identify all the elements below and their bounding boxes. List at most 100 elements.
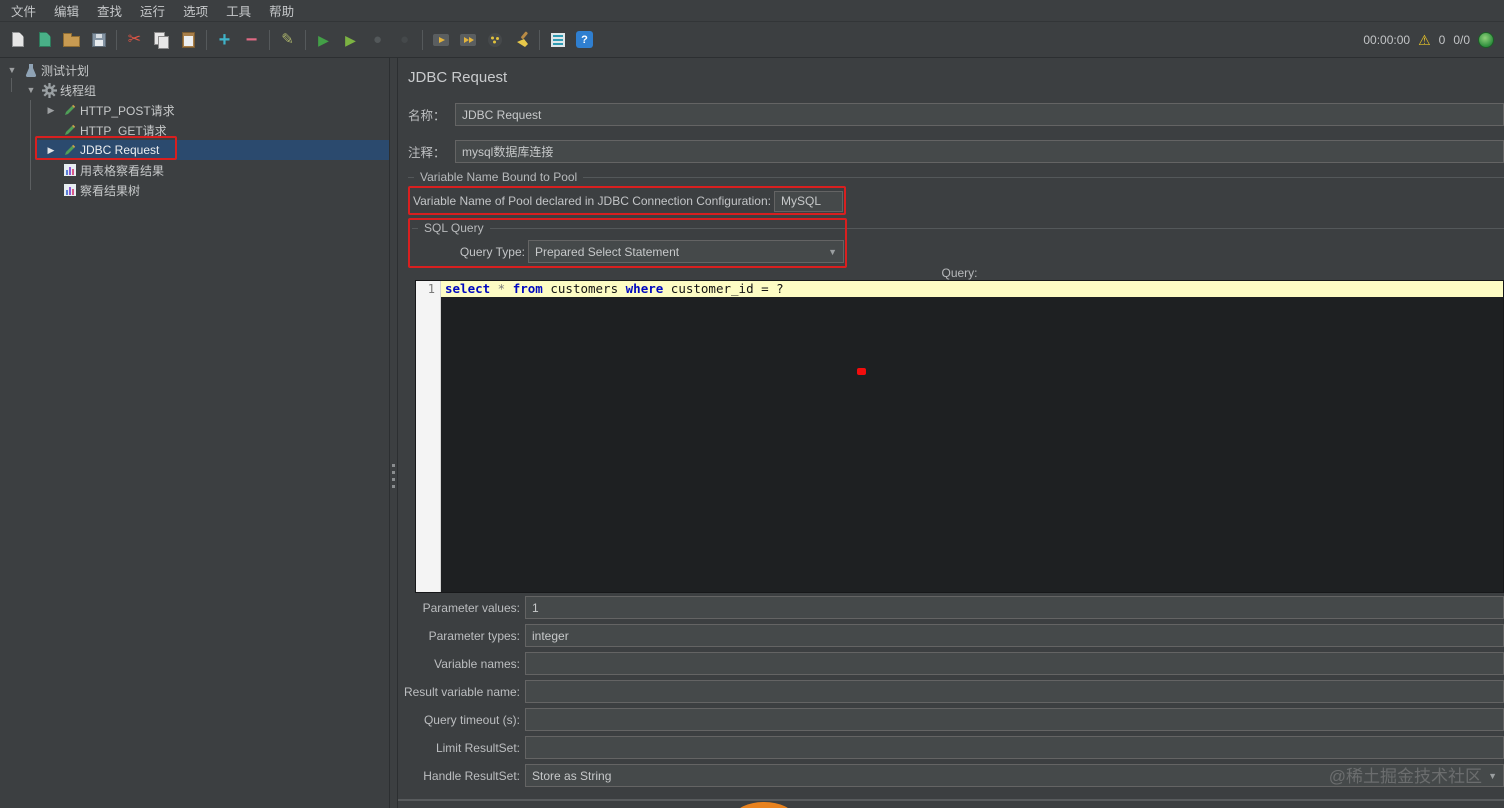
copy-icon[interactable] [148, 26, 175, 53]
chevron-down-icon: ▼ [828, 246, 837, 257]
tree-item-http-post[interactable]: ▶ HTTP_POST请求 [0, 100, 389, 120]
page-icon [11, 32, 24, 47]
editor-gutter: 1 [416, 281, 441, 592]
clear-icon[interactable] [481, 26, 508, 53]
sql-keyword: select [445, 281, 491, 296]
splitter-grip-icon[interactable] [392, 464, 395, 492]
test-plan-icon [23, 63, 38, 78]
tree-item-label: 线程组 [60, 83, 97, 98]
tree-guide-line [11, 78, 12, 92]
name-input[interactable] [455, 103, 1504, 126]
editor-code-area[interactable]: select * from customers where customer_i… [441, 281, 1503, 592]
sql-keyword: where [625, 281, 664, 296]
limit-resultset-label: Limit ResultSet: [435, 740, 520, 755]
start-no-pauses-icon[interactable]: ▶ [337, 26, 364, 53]
remote-start-all-icon[interactable] [454, 26, 481, 53]
result-variable-name-label: Result variable name: [403, 684, 520, 699]
tree-item-label: 用表格察看结果 [80, 163, 165, 178]
remove-icon[interactable]: − [238, 26, 265, 53]
chevron-right-icon[interactable]: ▶ [43, 145, 59, 156]
open-file-icon[interactable] [58, 26, 85, 53]
clear-all-icon[interactable] [508, 26, 535, 53]
cut-icon[interactable]: ✂ [121, 26, 148, 53]
templates-icon[interactable] [31, 26, 58, 53]
add-icon[interactable]: + [211, 26, 238, 53]
chevron-right-icon[interactable]: ▶ [43, 105, 59, 116]
tree-item-view-results-table[interactable]: 用表格察看结果 [0, 160, 389, 180]
help-icon[interactable]: ? [571, 26, 598, 53]
tree-item-jdbc-request[interactable]: ▶ JDBC Request [0, 140, 389, 160]
comment-input[interactable] [455, 140, 1504, 163]
tree-item-label: HTTP_POST请求 [80, 103, 175, 118]
tree-item-http-get[interactable]: HTTP_GET请求 [0, 120, 389, 140]
save-icon[interactable] [85, 26, 112, 53]
shutdown-circle-icon: ● [399, 31, 410, 48]
query-timeout-row: Query timeout (s): [398, 708, 1504, 731]
shutdown-icon[interactable]: ● [391, 26, 418, 53]
pool-group-title: Variable Name Bound to Pool [420, 170, 578, 184]
parameter-types-input[interactable] [525, 624, 1504, 647]
menu-search[interactable]: 查找 [88, 0, 131, 23]
toolbar-separator [269, 29, 270, 50]
query-timeout-input[interactable] [525, 708, 1504, 731]
spotted-circle-glyph [487, 32, 502, 47]
result-variable-name-row: Result variable name: [398, 680, 1504, 703]
toolbar-status-area: 00:00:00 ⚠ 0 0/0 [1363, 31, 1498, 48]
chevron-down-icon[interactable]: ▼ [4, 65, 20, 75]
new-file-icon[interactable] [4, 26, 31, 53]
query-type-value: Prepared Select Statement [535, 244, 680, 259]
chevron-down-icon[interactable]: ▼ [23, 85, 39, 95]
limit-resultset-input[interactable] [525, 736, 1504, 759]
scissors-icon: ✂ [127, 30, 142, 48]
menu-run[interactable]: 运行 [131, 0, 174, 23]
paste-icon[interactable] [175, 26, 202, 53]
test-plan-tree: ▼ 测试计划 ▼ 线程组 ▶ HTTP_POST请求 HTTP_GET请求 ▶ … [0, 58, 390, 808]
remote-start-glyph [432, 33, 449, 46]
menu-options[interactable]: 选项 [174, 0, 217, 23]
toolbar-separator [116, 29, 117, 50]
tree-item-thread-group[interactable]: ▼ 线程组 [0, 80, 389, 100]
pool-row: Variable Name of Pool declared in JDBC C… [413, 190, 843, 212]
tree-item-test-plan[interactable]: ▼ 测试计划 [0, 60, 389, 80]
result-variable-name-input[interactable] [525, 680, 1504, 703]
jdbc-request-panel: JDBC Request 名称： 注释： Variable Name Bound… [398, 58, 1504, 808]
query-type-label: Query Type: [459, 245, 525, 259]
error-count: 0 [1438, 32, 1446, 47]
tree-item-view-results-tree[interactable]: 察看结果树 [0, 180, 389, 200]
copy-pages-icon [154, 31, 169, 49]
parameter-values-input[interactable] [525, 596, 1504, 619]
function-helper-icon[interactable] [544, 26, 571, 53]
menu-file[interactable]: 文件 [2, 0, 45, 23]
warning-icon[interactable]: ⚠ [1418, 33, 1431, 47]
elapsed-time: 00:00:00 [1363, 32, 1411, 47]
broom-glyph [516, 31, 528, 47]
pencil-icon[interactable]: ✎ [274, 26, 301, 53]
tree-guide-line [30, 100, 31, 190]
menu-edit[interactable]: 编辑 [45, 0, 88, 23]
edit-pencil-icon: ✎ [281, 31, 294, 48]
handle-resultset-value: Store as String [532, 768, 612, 783]
tree-item-label: 测试计划 [41, 63, 90, 78]
sql-query-editor[interactable]: 1 select * from customers where customer… [415, 280, 1504, 593]
orange-logo-fragment [735, 802, 793, 808]
remote-start-icon[interactable] [427, 26, 454, 53]
remote-start-all-glyph [459, 33, 476, 46]
pool-variable-input[interactable] [773, 190, 843, 212]
stop-icon[interactable]: ● [364, 26, 391, 53]
watermark: @稀土掘金技术社区 [1328, 767, 1482, 786]
toolbar-separator [305, 29, 306, 50]
query-label: Query: [941, 266, 978, 280]
sql-group-title: SQL Query [424, 221, 484, 235]
handle-resultset-label: Handle ResultSet: [423, 768, 520, 783]
sql-current-line[interactable]: select * from customers where customer_i… [441, 281, 1503, 297]
panel-splitter[interactable] [390, 58, 398, 808]
jmeter-window: { "menubar": { "items": ["文件", "编辑", "查找… [0, 0, 1504, 808]
tree-item-label: JDBC Request [80, 143, 160, 157]
query-type-combo[interactable]: Prepared Select Statement ▼ [528, 240, 844, 263]
variable-names-input[interactable] [525, 652, 1504, 675]
start-icon[interactable]: ▶ [310, 26, 337, 53]
parameter-values-row: Parameter values: [398, 596, 1504, 619]
menu-tools[interactable]: 工具 [217, 0, 260, 23]
menu-help[interactable]: 帮助 [260, 0, 303, 23]
toolbar-separator [206, 29, 207, 50]
